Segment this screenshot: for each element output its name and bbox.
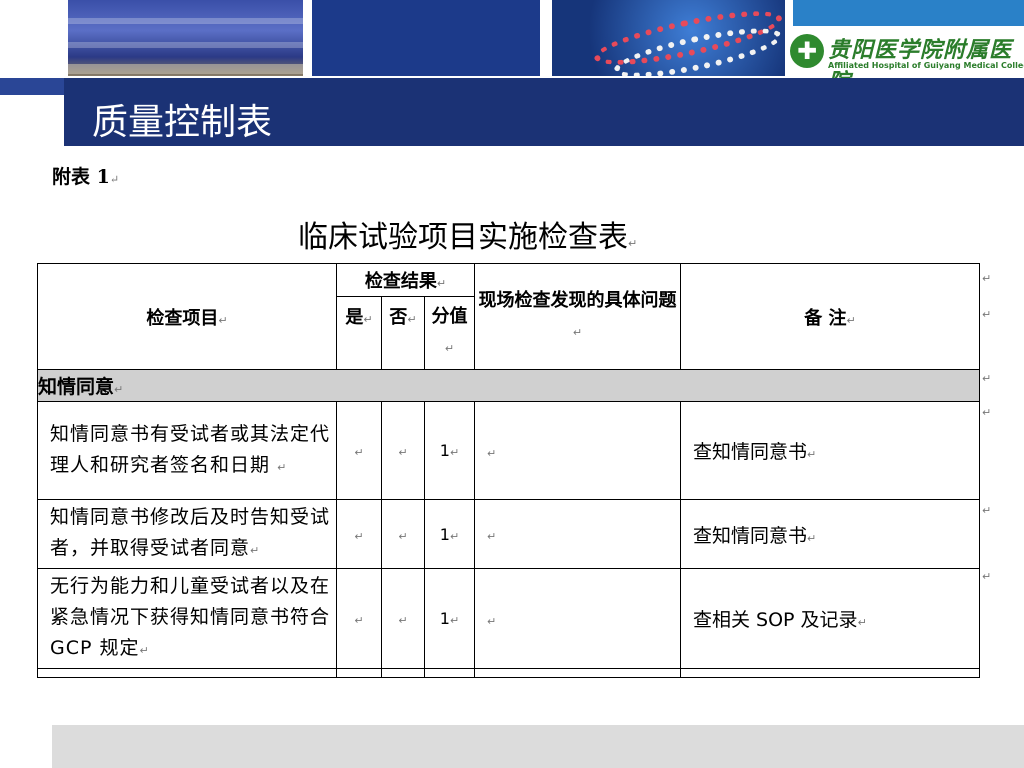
table-row: 知情同意书修改后及时告知受试者，并取得受试者同意↵ ↵ ↵ 1↵ ↵ 查知情同意… — [37, 499, 980, 569]
hospital-logo: ✚ 贵阳医学院附属医院 Affiliated Hospital of Guiya… — [788, 30, 1024, 95]
header-photo-lab — [68, 0, 303, 76]
table-header-row: 检查项目↵ 检查结果↵ 现场检查发现的具体问题↵ 备 注↵ — [37, 263, 980, 370]
header-band: ✚ 贵阳医学院附属医院 Affiliated Hospital of Guiya… — [0, 0, 1024, 95]
row-remark: 查知情同意书↵ — [680, 499, 980, 569]
cross-logo-icon: ✚ — [790, 34, 824, 68]
table-row: 知情同意书有受试者或其法定代理人和研究者签名和日期 ↵ ↵ ↵ 1↵ ↵ 查知情… — [37, 401, 980, 500]
row-findings: ↵ — [474, 401, 681, 500]
row-remark: 查相关 SOP 及记录↵ — [680, 568, 980, 669]
header-findings: 现场检查发现的具体问题↵ — [474, 263, 681, 370]
row-findings: ↵ — [474, 568, 681, 669]
title-bar-accent — [0, 78, 64, 95]
header-no: 否↵ — [381, 296, 425, 370]
inspection-table: 检查项目↵ 检查结果↵ 现场检查发现的具体问题↵ 备 注↵ 是↵ 否↵ 分值↵ … — [37, 263, 980, 678]
table-row: 无行为能力和儿童受试者以及在紧急情况下获得知情同意书符合 GCP 规定↵ ↵ ↵… — [37, 568, 980, 669]
header-photo-dna — [552, 0, 785, 76]
row-no: ↵ — [381, 568, 425, 669]
row-findings: ↵ — [474, 499, 681, 569]
row-score: 1↵ — [424, 401, 475, 500]
annex-label: 附表 1↵ — [52, 166, 120, 188]
page-title: 质量控制表 — [92, 102, 273, 143]
row-no: ↵ — [381, 401, 425, 500]
row-yes: ↵ — [336, 401, 382, 500]
header-check-result: 检查结果↵ — [336, 263, 475, 297]
row-item: 无行为能力和儿童受试者以及在紧急情况下获得知情同意书符合 GCP 规定↵ — [37, 568, 337, 669]
header-remark: 备 注↵ — [680, 263, 980, 370]
header-photo-sky — [793, 0, 1024, 26]
row-yes: ↵ — [336, 499, 382, 569]
table-row-cut — [37, 668, 980, 678]
footer-band — [52, 725, 1024, 768]
row-score: 1↵ — [424, 499, 475, 569]
header-score: 分值↵ — [424, 296, 475, 370]
row-score: 1↵ — [424, 568, 475, 669]
section-informed-consent: 知情同意↵ — [37, 369, 980, 402]
row-yes: ↵ — [336, 568, 382, 669]
row-item: 知情同意书修改后及时告知受试者，并取得受试者同意↵ — [37, 499, 337, 569]
section-row: 知情同意↵ — [37, 369, 980, 402]
header-check-item: 检查项目↵ — [37, 263, 337, 370]
header-yes: 是↵ — [336, 296, 382, 370]
row-remark: 查知情同意书↵ — [680, 401, 980, 500]
document-title: 临床试验项目实施检查表↵ — [298, 220, 638, 255]
header-photo-blue — [312, 0, 540, 76]
row-no: ↵ — [381, 499, 425, 569]
row-item: 知情同意书有受试者或其法定代理人和研究者签名和日期 ↵ — [37, 401, 337, 500]
logo-english-name: Affiliated Hospital of Guiyang Medical C… — [828, 61, 1024, 70]
